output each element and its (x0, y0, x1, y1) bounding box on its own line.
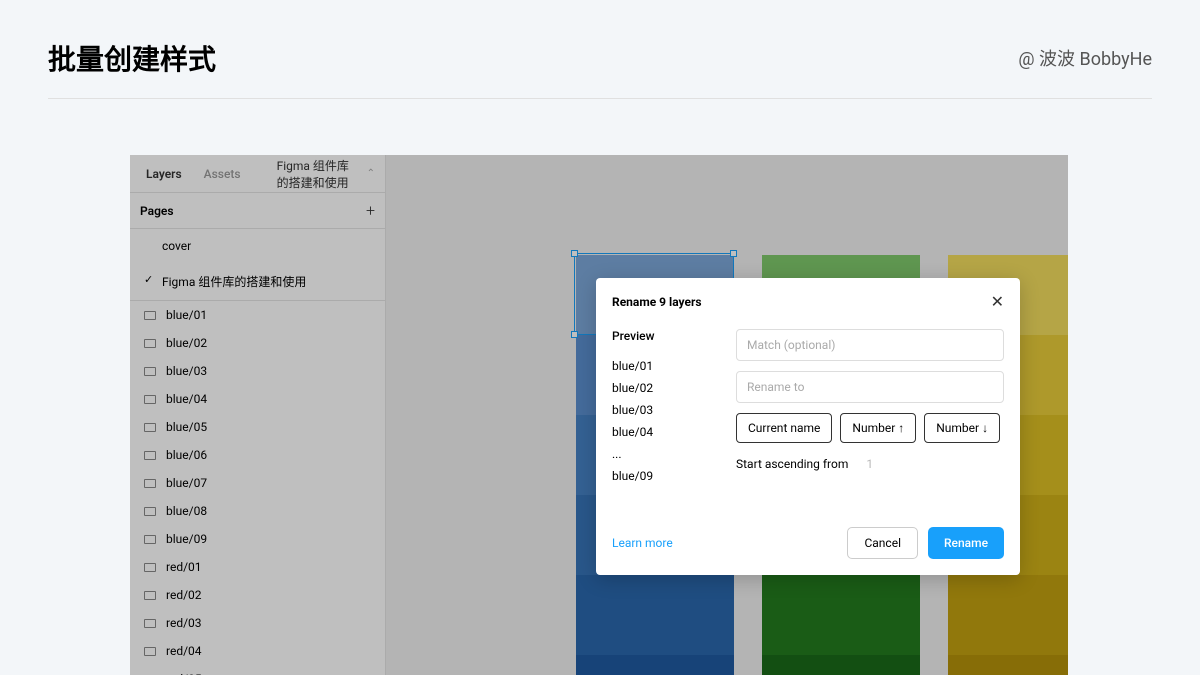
preview-column: Preview blue/01blue/02blue/03blue/04...b… (612, 329, 722, 487)
rename-dialog: Rename 9 layers ✕ Preview blue/01blue/02… (596, 278, 1020, 575)
layer-item[interactable]: blue/02 (130, 329, 385, 357)
layer-label: blue/08 (166, 504, 207, 518)
form-column: Current name Number ↑ Number ↓ Start asc… (736, 329, 1004, 487)
top-tabs: Layers Assets Figma 组件库的搭建和使用 ⌃ (130, 155, 385, 193)
footer-buttons: Cancel Rename (847, 527, 1004, 559)
layer-item[interactable]: red/04 (130, 637, 385, 665)
page-selector-label: Figma 组件库的搭建和使用 (277, 157, 361, 191)
page-selector[interactable]: Figma 组件库的搭建和使用 ⌃ (277, 157, 375, 191)
preview-item: blue/04 (612, 421, 722, 443)
layer-label: red/01 (166, 560, 202, 574)
selection-handle[interactable] (571, 250, 578, 257)
layer-item[interactable]: blue/06 (130, 441, 385, 469)
pages-label: Pages (140, 204, 174, 218)
layer-label: blue/07 (166, 476, 207, 490)
close-icon[interactable]: ✕ (991, 292, 1004, 311)
frame-icon (144, 563, 156, 572)
slide-header: 批量创建样式 @ 波波 BobbyHe (0, 0, 1200, 98)
preview-item: blue/09 (612, 465, 722, 487)
layer-item[interactable]: blue/08 (130, 497, 385, 525)
color-swatch[interactable] (762, 655, 920, 675)
layer-label: blue/05 (166, 420, 207, 434)
preview-label: Preview (612, 329, 722, 343)
frame-icon (144, 479, 156, 488)
ascending-label: Start ascending from (736, 457, 848, 471)
frame-icon (144, 339, 156, 348)
add-page-icon[interactable]: + (366, 201, 375, 220)
frame-icon (144, 591, 156, 600)
number-asc-button[interactable]: Number ↑ (840, 413, 916, 443)
author-label: @ 波波 BobbyHe (1018, 45, 1152, 71)
frame-icon (144, 311, 156, 320)
frame-icon (144, 535, 156, 544)
color-swatch[interactable] (948, 575, 1068, 655)
divider (48, 98, 1152, 99)
frame-icon (144, 507, 156, 516)
dialog-body: Preview blue/01blue/02blue/03blue/04...b… (612, 329, 1004, 487)
frame-icon (144, 423, 156, 432)
preview-item: blue/02 (612, 377, 722, 399)
left-panel: Layers Assets Figma 组件库的搭建和使用 ⌃ Pages + … (130, 155, 386, 675)
learn-more-link[interactable]: Learn more (612, 536, 673, 550)
tab-layers[interactable]: Layers (140, 157, 188, 191)
layer-item[interactable]: red/03 (130, 609, 385, 637)
pages-list: coverFigma 组件库的搭建和使用 (130, 229, 385, 300)
ascending-input[interactable] (862, 457, 892, 471)
page-item[interactable]: Figma 组件库的搭建和使用 (130, 263, 385, 300)
preview-item: blue/03 (612, 399, 722, 421)
selection-handle[interactable] (571, 331, 578, 338)
dialog-footer: Learn more Cancel Rename (612, 527, 1004, 559)
color-swatch[interactable] (576, 575, 734, 655)
layer-label: blue/09 (166, 532, 207, 546)
color-swatch[interactable] (576, 655, 734, 675)
match-input[interactable] (736, 329, 1004, 361)
layer-item[interactable]: blue/05 (130, 413, 385, 441)
layer-item[interactable]: blue/03 (130, 357, 385, 385)
dialog-header: Rename 9 layers ✕ (612, 292, 1004, 311)
layer-item[interactable]: red/05 (130, 665, 385, 675)
page-title: 批量创建样式 (48, 38, 216, 78)
cancel-button[interactable]: Cancel (847, 527, 918, 559)
frame-icon (144, 451, 156, 460)
layer-label: red/03 (166, 616, 202, 630)
layer-label: red/04 (166, 644, 202, 658)
layer-label: blue/06 (166, 448, 207, 462)
preview-item: blue/01 (612, 355, 722, 377)
tab-assets[interactable]: Assets (198, 157, 247, 191)
layer-label: blue/03 (166, 364, 207, 378)
preview-item: ... (612, 443, 722, 465)
frame-icon (144, 647, 156, 656)
layer-label: blue/02 (166, 336, 207, 350)
ascending-row: Start ascending from (736, 457, 1004, 471)
layer-item[interactable]: blue/01 (130, 301, 385, 329)
layer-label: blue/01 (166, 308, 207, 322)
color-swatch[interactable] (948, 655, 1068, 675)
layer-item[interactable]: red/01 (130, 553, 385, 581)
rename-button[interactable]: Rename (928, 527, 1004, 559)
rename-input[interactable] (736, 371, 1004, 403)
token-buttons: Current name Number ↑ Number ↓ (736, 413, 1004, 443)
frame-icon (144, 395, 156, 404)
layer-item[interactable]: blue/07 (130, 469, 385, 497)
layer-label: blue/04 (166, 392, 207, 406)
frame-icon (144, 367, 156, 376)
color-swatch[interactable] (762, 575, 920, 655)
dialog-title: Rename 9 layers (612, 295, 702, 309)
frame-icon (144, 619, 156, 628)
selection-handle[interactable] (730, 250, 737, 257)
current-name-button[interactable]: Current name (736, 413, 832, 443)
number-desc-button[interactable]: Number ↓ (924, 413, 1000, 443)
layer-label: red/02 (166, 588, 202, 602)
pages-header: Pages + (130, 193, 385, 229)
layer-item[interactable]: blue/09 (130, 525, 385, 553)
layers-list: blue/01 blue/02 blue/03 blue/04 blue/05 blue/… (130, 300, 385, 675)
layer-item[interactable]: red/02 (130, 581, 385, 609)
page-item[interactable]: cover (130, 229, 385, 263)
layer-item[interactable]: blue/04 (130, 385, 385, 413)
chevron-up-icon: ⌃ (367, 168, 375, 179)
